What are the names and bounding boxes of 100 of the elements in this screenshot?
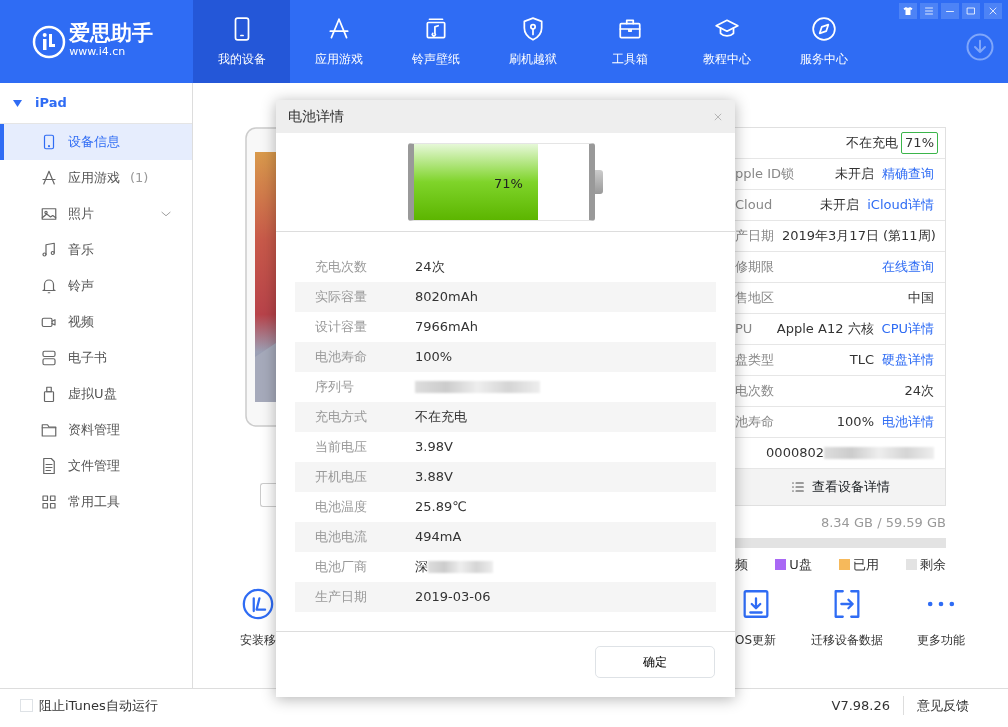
battery-terminal (595, 170, 603, 194)
skin-button[interactable] (898, 3, 917, 20)
ok-button[interactable]: 确定 (595, 646, 715, 678)
nav-tab[interactable]: 我的设备 (193, 0, 290, 83)
grid-icon (40, 493, 58, 511)
nav-tab[interactable]: 刷机越狱 (484, 0, 581, 83)
detail-value: 不在充电 (415, 408, 467, 427)
book-icon (40, 349, 58, 367)
nav-tab[interactable]: 服务中心 (775, 0, 872, 83)
sidebar-item[interactable]: 铃声 (0, 268, 192, 304)
info-value: Apple A12 六核 (776, 320, 874, 339)
info-label: pple ID锁 (735, 165, 795, 184)
image-icon (40, 205, 58, 223)
device-name[interactable]: iPad (35, 93, 67, 113)
skin-icon (901, 5, 914, 18)
sidebar-item[interactable]: 音乐 (0, 232, 192, 268)
info-value: 2019年3月17日 (第11周) (782, 227, 936, 246)
minimize-button[interactable] (941, 3, 959, 20)
version-text: V7.98.26 (831, 695, 904, 716)
close-icon (713, 112, 723, 123)
item-count: (1) (130, 169, 149, 188)
sidebar-item[interactable]: 资料管理 (0, 412, 192, 448)
checkbox[interactable] (19, 699, 33, 712)
app-store-icon (40, 169, 58, 187)
details-button[interactable]: 查看设备详情 (735, 469, 945, 505)
info-label: Cloud (735, 196, 773, 215)
detail-value: 2019-03-06 (415, 588, 491, 607)
info-link[interactable]: 在线查询 (882, 257, 934, 277)
compass-icon (810, 15, 837, 42)
detail-label: 开机电压 (315, 468, 368, 487)
battery-badge: 71% (901, 132, 938, 154)
detail-value: 深 (415, 558, 428, 577)
action-button[interactable]: OS更新 (735, 587, 777, 649)
nav-tab[interactable]: 应用游戏 (290, 0, 387, 83)
info-link[interactable]: CPU详情 (881, 319, 934, 339)
bell-icon (40, 277, 58, 295)
battery-reading: 71% (494, 175, 523, 193)
sidebar-item[interactable]: 常用工具 (0, 484, 192, 520)
detail-label: 电池寿命 (315, 348, 368, 367)
detail-value: 100% (415, 348, 453, 367)
info-link[interactable]: 硬盘详情 (882, 350, 934, 370)
detail-label: 实际容量 (315, 288, 368, 307)
detail-label: 生产日期 (315, 588, 368, 607)
sidebar-item[interactable]: 应用游戏 (1) (0, 160, 192, 196)
nav-tab[interactable]: 工具箱 (581, 0, 678, 83)
detail-value: 8020mAh (415, 288, 478, 307)
detail-value: 25.89℃ (415, 498, 467, 517)
nav-tab[interactable]: 教程中心 (678, 0, 775, 83)
info-label: 池寿命 (735, 413, 774, 432)
legend-label: 已用 (852, 555, 879, 574)
detail-label: 电池厂商 (315, 558, 368, 577)
install-icon (241, 587, 275, 621)
info-label: 产日期 (735, 227, 774, 246)
info-value: 未开启 (820, 196, 860, 215)
detail-value: 24次 (415, 258, 445, 277)
maximize-button[interactable] (962, 3, 981, 20)
detail-label: 充电次数 (315, 258, 368, 277)
close-button[interactable] (983, 3, 1002, 20)
detail-label: 电池温度 (315, 498, 368, 517)
sidebar-item[interactable]: 电子书 (0, 340, 192, 376)
detail-value: 494mA (415, 528, 462, 547)
list-icon (789, 479, 806, 495)
folder-icon (40, 421, 58, 439)
maximize-icon (965, 5, 978, 18)
logo-icon (32, 24, 66, 59)
feedback-link[interactable]: 意见反馈 (904, 695, 969, 716)
nav-tab[interactable]: 铃声壁纸 (387, 0, 484, 83)
detail-label: 电池电流 (315, 528, 368, 547)
sidebar-item[interactable]: 虚拟U盘 (0, 376, 192, 412)
menu-button[interactable] (919, 3, 938, 20)
document-icon (40, 457, 58, 475)
info-link[interactable]: iCloud详情 (867, 195, 934, 215)
legend-label: 频 (735, 555, 748, 574)
legend-label: 剩余 (920, 555, 946, 574)
info-link[interactable]: 电池详情 (882, 412, 934, 432)
app-name: 爱思助手 (69, 22, 154, 44)
action-button[interactable]: 安装移 (240, 587, 276, 649)
detail-value: 3.98V (415, 438, 453, 457)
action-button[interactable]: 更多功能 (917, 587, 965, 649)
info-label: 盘类型 (735, 351, 774, 370)
music-note-icon (40, 241, 58, 259)
info-label: PU (735, 320, 753, 339)
info-value: 未开启 (835, 165, 874, 184)
legend-label: U盘 (789, 555, 812, 574)
charge-status: 不在充电 (845, 134, 898, 153)
detail-value: 7966mAh (415, 318, 478, 337)
sidebar-item[interactable]: 照片 (0, 196, 192, 232)
info-link[interactable]: 精确查询 (882, 164, 934, 184)
detail-label: 充电方式 (315, 408, 368, 427)
checkbox-label: 阻止iTunes自动运行 (39, 696, 158, 715)
app-url: www.i4.cn (69, 43, 127, 60)
sidebar-item[interactable]: 设备信息 (0, 124, 192, 160)
info-value: 0000802 (766, 444, 824, 463)
sidebar-item[interactable]: 文件管理 (0, 448, 192, 484)
download-icon (965, 32, 995, 63)
detail-value: 3.88V (415, 468, 453, 487)
action-button[interactable]: 迁移设备数据 (810, 587, 883, 649)
info-value: TLC (849, 351, 874, 370)
sidebar-item[interactable]: 视频 (0, 304, 192, 340)
menu-icon (922, 5, 935, 18)
